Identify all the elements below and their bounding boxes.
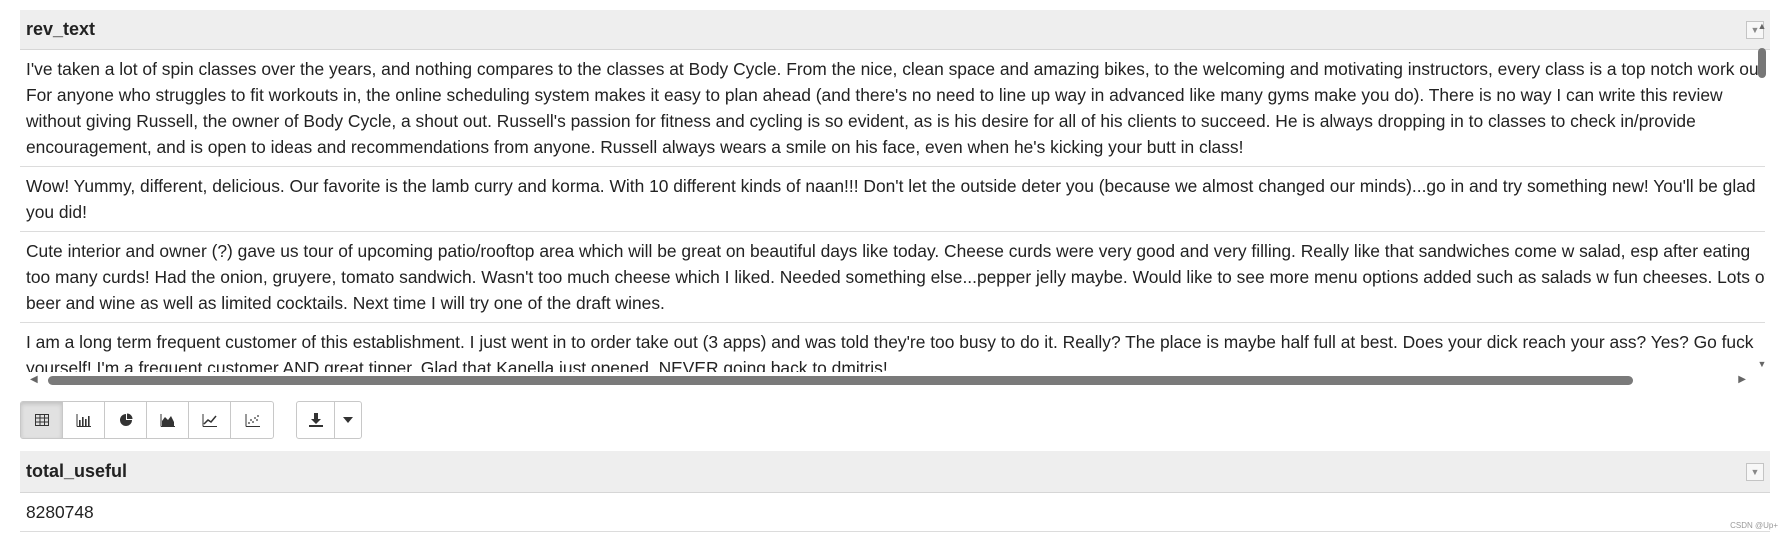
column-title: total_useful [26,461,128,481]
download-icon [308,413,323,427]
line-chart-button[interactable] [189,402,231,438]
scatter-chart-icon [245,413,260,427]
bar-chart-button[interactable] [63,402,105,438]
scroll-right-icon[interactable]: ▶ [1738,374,1746,385]
download-button[interactable] [297,402,335,438]
horizontal-scroll-thumb[interactable] [48,376,1633,385]
vertical-scrollbar[interactable]: ▲ ▼ [1754,20,1770,369]
column-title: rev_text [26,19,96,39]
bar-chart-icon [76,413,91,427]
total-useful-table: total_useful ▼ 8280748 [20,451,1770,532]
caret-down-icon [343,417,353,423]
table-view-button[interactable] [21,402,63,438]
column-menu-button[interactable]: ▼ [1746,462,1764,481]
pie-chart-button[interactable] [105,402,147,438]
chevron-down-icon: ▼ [1750,466,1760,477]
table-row: I am a long term frequent customer of th… [20,323,1765,372]
scatter-chart-button[interactable] [231,402,273,438]
view-mode-group [20,401,274,439]
download-group [296,401,362,439]
watermark: CSDN @Up+ [1730,521,1778,530]
scroll-left-icon[interactable]: ◀ [30,374,38,385]
visualization-toolbar [20,401,362,439]
table-row: Cute interior and owner (?) gave us tour… [20,232,1765,323]
column-header[interactable]: rev_text ▼ [20,10,1770,50]
horizontal-scrollbar[interactable]: ◀ ▶ [20,372,1770,388]
download-options-dropdown[interactable] [335,402,361,438]
table-row: Wow! Yummy, different, delicious. Our fa… [20,167,1765,232]
area-chart-button[interactable] [147,402,189,438]
scroll-down-icon[interactable]: ▼ [1754,358,1770,370]
table-cell: 8280748 [20,493,1770,532]
rev-text-table: rev_text ▼ I've taken a lot of spin clas… [20,10,1770,388]
line-chart-icon [202,413,217,427]
table-icon [34,414,49,426]
pie-chart-icon [119,413,132,426]
column-header[interactable]: total_useful ▼ [20,451,1770,493]
area-chart-icon [160,413,175,427]
vertical-scroll-thumb[interactable] [1758,48,1766,78]
table-body: I've taken a lot of spin classes over th… [20,50,1765,372]
table-row: I've taken a lot of spin classes over th… [20,50,1765,167]
scroll-up-icon[interactable]: ▲ [1754,20,1770,32]
